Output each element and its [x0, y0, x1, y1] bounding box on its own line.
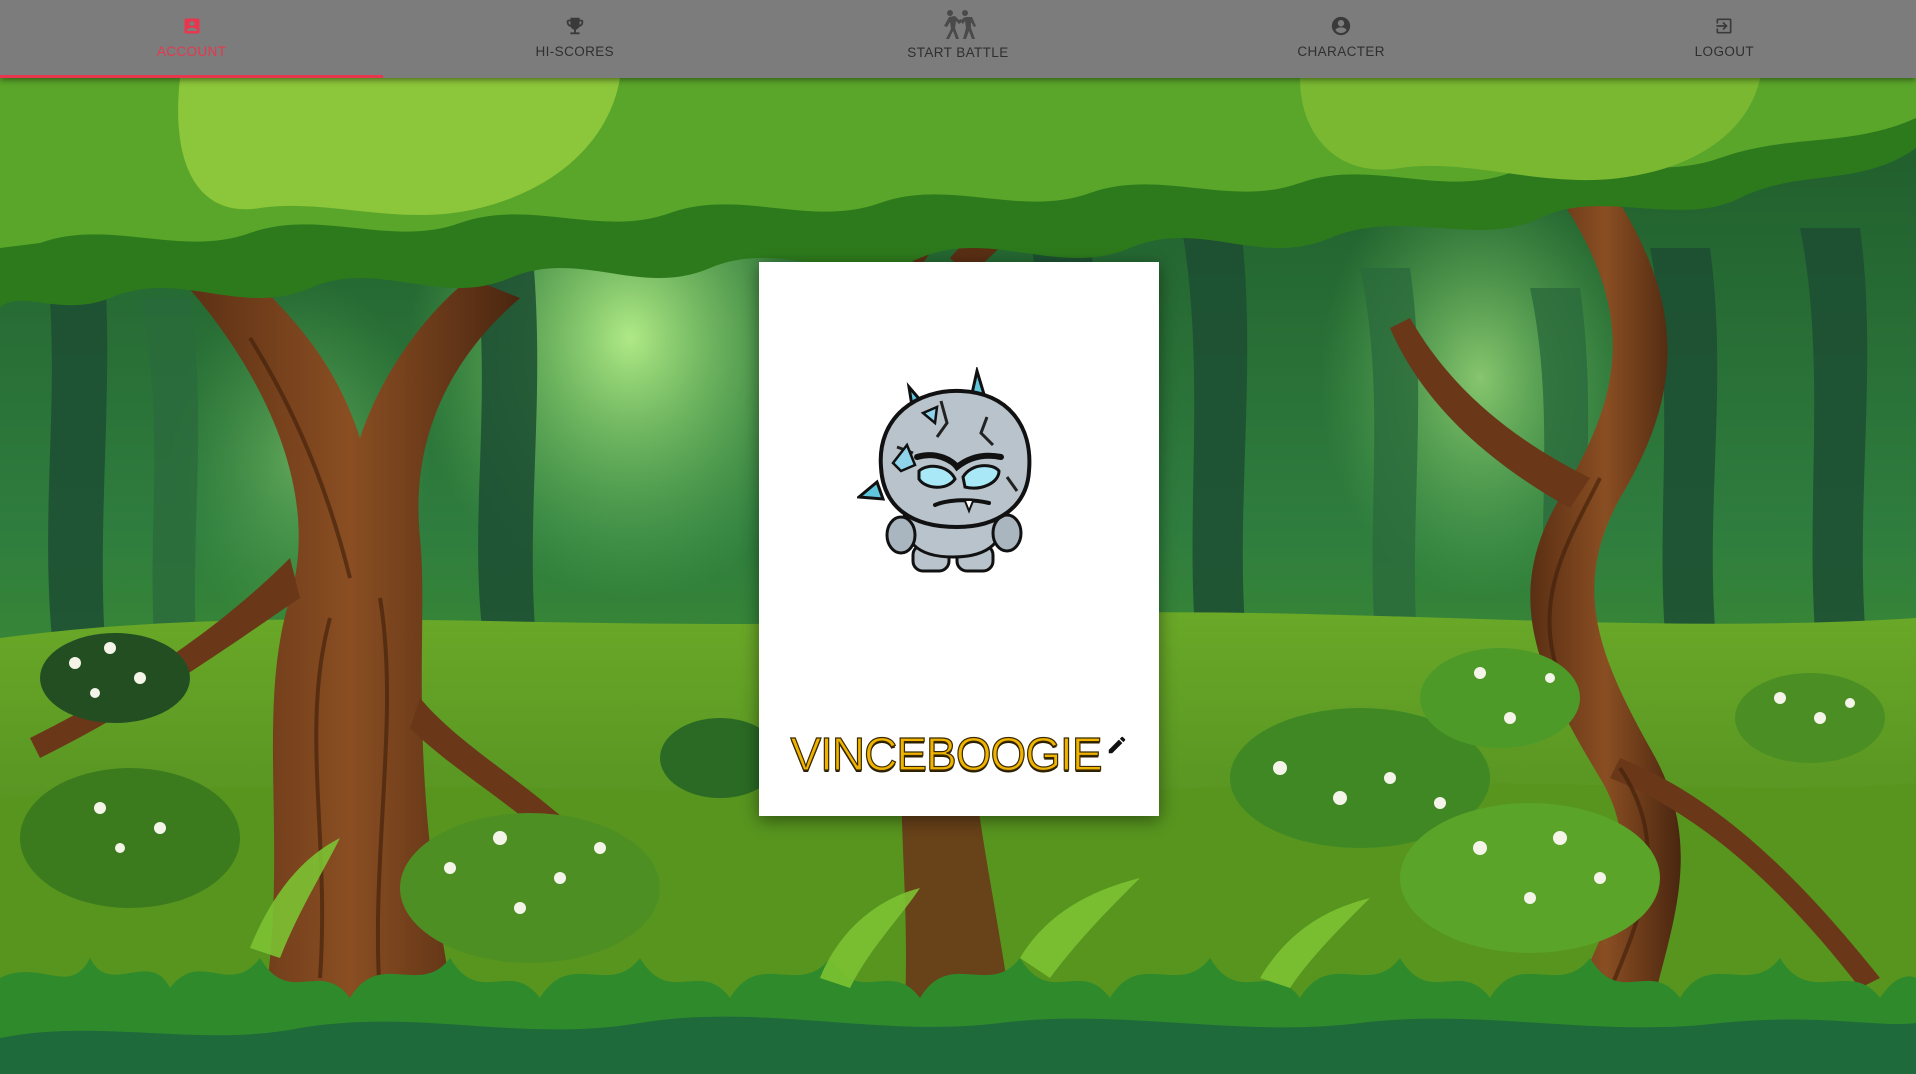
exit-icon	[1714, 14, 1734, 38]
username: VINCEBOOGIE	[790, 727, 1103, 780]
tab-start-battle[interactable]: START BATTLE	[766, 0, 1149, 78]
tab-account[interactable]: ACCOUNT	[0, 0, 384, 78]
top-navigation-bar: ACCOUNT HI-SCORES START BATTLE CHARACTER	[0, 0, 1916, 78]
tab-account-label: ACCOUNT	[156, 44, 227, 59]
tab-logout[interactable]: LOGOUT	[1533, 0, 1916, 78]
username-row: VINCEBOOGIE	[759, 724, 1159, 784]
character-avatar	[855, 365, 1057, 577]
account-box-icon	[182, 14, 202, 38]
profile-card: VINCEBOOGIE	[759, 262, 1159, 816]
tab-start-battle-label: START BATTLE	[907, 45, 1009, 60]
trophy-icon	[564, 14, 586, 38]
account-circle-icon	[1330, 14, 1352, 38]
tab-character-label: CHARACTER	[1297, 44, 1385, 59]
tab-character[interactable]: CHARACTER	[1150, 0, 1533, 78]
fighters-icon	[940, 8, 976, 42]
tab-hi-scores[interactable]: HI-SCORES	[383, 0, 766, 78]
tab-hi-scores-label: HI-SCORES	[535, 44, 615, 59]
tab-logout-label: LOGOUT	[1694, 44, 1755, 59]
pencil-icon[interactable]	[1106, 734, 1128, 756]
